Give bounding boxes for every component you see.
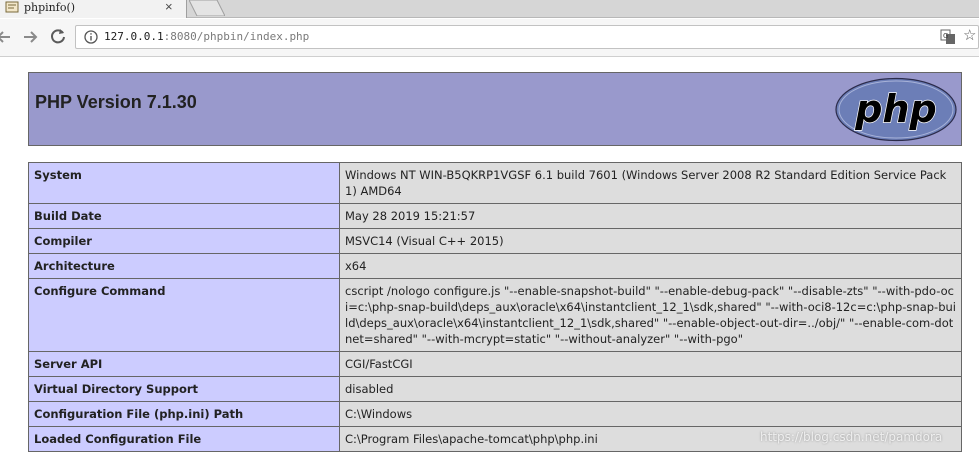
document-icon [5, 1, 19, 13]
php-logo[interactable]: php [834, 77, 958, 142]
page-title: PHP Version 7.1.30 [35, 92, 197, 112]
row-value: cscript /nologo configure.js "--enable-s… [339, 278, 962, 352]
row-key: Loaded Configuration File [28, 426, 340, 452]
url-host: 127.0.0.1 [104, 30, 164, 43]
row-value: MSVC14 (Visual C++ 2015) [339, 228, 962, 254]
row-key: Virtual Directory Support [28, 376, 340, 402]
row-value: C:\Windows [339, 401, 962, 427]
svg-text:G: G [943, 32, 948, 40]
row-key: Architecture [28, 253, 340, 279]
tab-close-button[interactable]: × [165, 0, 173, 15]
row-key: Configuration File (php.ini) Path [28, 401, 340, 427]
table-row: Build Date May 28 2019 15:21:57 [28, 203, 962, 229]
table-row: Configuration File (php.ini) Path C:\Win… [28, 401, 962, 427]
forward-arrow-icon[interactable] [20, 27, 40, 47]
tab-title: phpinfo() [24, 1, 76, 14]
row-value: May 28 2019 15:21:57 [339, 203, 962, 229]
row-key: System [28, 162, 340, 204]
address-bar[interactable]: 127.0.0.1:8080/phpbin/index.php G ☆ [75, 25, 979, 49]
table-row: Architecture x64 [28, 253, 962, 279]
table-row: Compiler MSVC14 (Visual C++ 2015) [28, 228, 962, 254]
row-key: Compiler [28, 228, 340, 254]
svg-text:php: php [854, 87, 936, 131]
row-value: disabled [339, 376, 962, 402]
table-row: Configure Command cscript /nologo config… [28, 278, 962, 352]
url-path: :8080/phpbin/index.php [163, 30, 310, 43]
star-icon[interactable]: ☆ [963, 27, 976, 45]
row-key: Build Date [28, 203, 340, 229]
table-row: Virtual Directory Support disabled [28, 376, 962, 402]
browser-toolbar: 127.0.0.1:8080/phpbin/index.php G ☆ [0, 19, 979, 57]
php-info-table: System Windows NT WIN-B5QKRP1VGSF 6.1 bu… [28, 162, 962, 452]
row-key: Server API [28, 351, 340, 377]
php-version-header: PHP Version 7.1.30 php [28, 72, 962, 146]
row-value: Windows NT WIN-B5QKRP1VGSF 6.1 build 760… [339, 162, 962, 204]
table-row: System Windows NT WIN-B5QKRP1VGSF 6.1 bu… [28, 162, 962, 204]
row-value: CGI/FastCGI [339, 351, 962, 377]
info-icon[interactable] [84, 30, 98, 44]
new-tab-button[interactable] [189, 0, 225, 16]
tab-strip: phpinfo() × [0, 0, 979, 18]
browser-tab-phpinfo[interactable]: phpinfo() × [0, 0, 187, 18]
row-key: Configure Command [28, 278, 340, 352]
row-value: x64 [339, 253, 962, 279]
table-row: Server API CGI/FastCGI [28, 351, 962, 377]
back-arrow-icon[interactable] [0, 27, 14, 47]
translate-icon[interactable]: G [940, 29, 956, 45]
url-text[interactable]: 127.0.0.1:8080/phpbin/index.php [104, 30, 309, 43]
reload-icon[interactable] [48, 27, 68, 47]
watermark-text: https://blog.csdn.net/pamdora [760, 430, 943, 444]
